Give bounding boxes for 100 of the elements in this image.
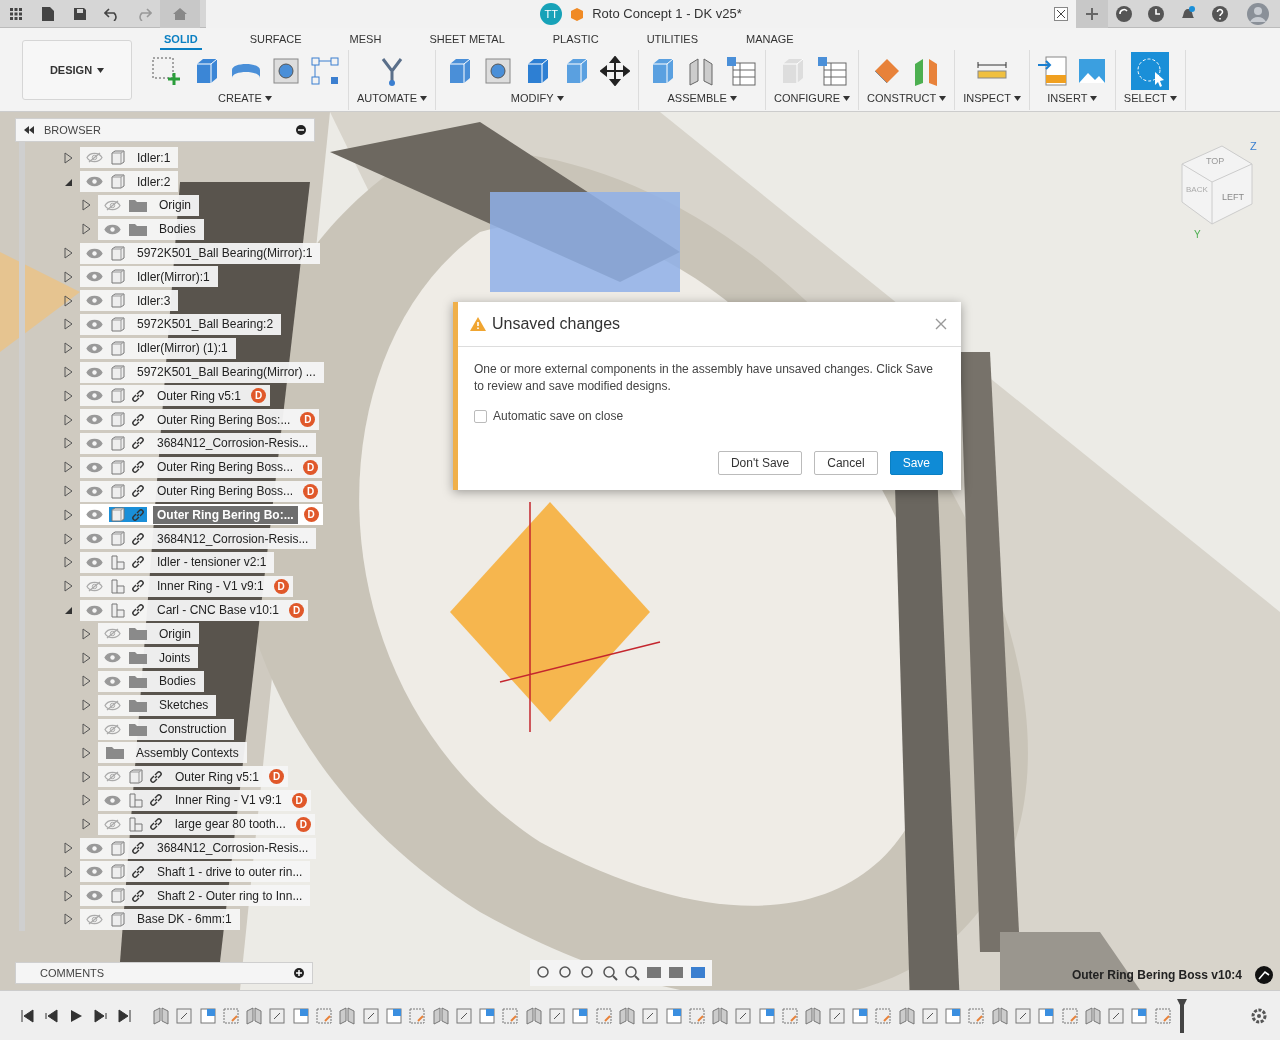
eye-icon[interactable] — [86, 176, 103, 188]
tree-item[interactable]: 3684N12_Corrosion-Resis... — [80, 432, 317, 454]
timeline-feature-icon[interactable] — [827, 1006, 846, 1025]
timeline-feature-icon[interactable] — [594, 1006, 613, 1025]
timeline-feature-icon[interactable] — [454, 1006, 473, 1025]
ribbon-tab[interactable]: SHEET METAL — [425, 33, 509, 50]
timeline-feature-icon[interactable] — [1060, 1006, 1079, 1025]
timeline-feature-icon[interactable] — [781, 1006, 799, 1025]
timeline-feature-icon[interactable] — [897, 1006, 916, 1025]
dialog-button[interactable]: Cancel — [814, 451, 878, 475]
tree-item[interactable]: 3684N12_Corrosion-Resis... — [80, 837, 317, 859]
timeline-feature-icon[interactable] — [384, 1006, 403, 1025]
close-icon[interactable] — [1054, 6, 1068, 21]
tree-item[interactable]: Sketches — [98, 694, 217, 716]
tree-item[interactable]: Idler:2 — [80, 171, 179, 193]
timeline-feature-icon[interactable] — [664, 1006, 683, 1025]
eye-slash-icon[interactable] — [86, 152, 103, 164]
timeline-feature-icon[interactable] — [431, 1006, 450, 1025]
timeline-feature-icon[interactable] — [641, 1006, 660, 1025]
eye-slash-icon[interactable] — [86, 580, 103, 592]
checkbox[interactable] — [474, 409, 487, 423]
tree-item[interactable]: Outer Ring Bering Boss... D — [80, 456, 323, 478]
timeline-feature-icon[interactable] — [874, 1006, 893, 1025]
tree-item[interactable]: Outer Ring Bering Bos:... D — [80, 409, 320, 431]
tree-item[interactable]: Idler - tensioner v2:1 — [80, 551, 275, 573]
minimize-icon[interactable] — [296, 125, 306, 135]
tree-item[interactable]: Joints — [98, 647, 199, 669]
hole-icon[interactable] — [483, 56, 514, 86]
tree-item[interactable]: large gear 80 tooth... D — [98, 813, 315, 835]
tool-group-menu[interactable]: AUTOMATE — [357, 92, 428, 104]
timeline-feature-icon[interactable] — [944, 1006, 963, 1025]
move-icon[interactable] — [600, 56, 631, 86]
eye-icon[interactable] — [86, 247, 103, 259]
tree-item[interactable]: Shaft 2 - Outer ring to Inn... — [80, 885, 311, 907]
table-icon[interactable] — [725, 55, 758, 87]
hole-icon[interactable] — [271, 56, 301, 86]
timeline-feature-icon[interactable] — [757, 1006, 776, 1025]
tree-item[interactable]: Outer Ring Bering Boss... D — [80, 480, 323, 502]
ribbon-tab[interactable]: MESH — [345, 33, 386, 50]
add-comment-icon[interactable] — [294, 968, 304, 978]
tree-item[interactable]: Origin — [98, 623, 199, 645]
tool-group-menu[interactable]: INSPECT — [963, 92, 1021, 104]
zoom-icon[interactable] — [602, 965, 618, 981]
eye-slash-icon[interactable] — [86, 913, 103, 925]
pattern-icon[interactable] — [310, 56, 340, 86]
timeline-feature-icon[interactable] — [315, 1006, 334, 1025]
tool-group-menu[interactable]: CONSTRUCT — [867, 92, 947, 104]
eye-slash-icon[interactable] — [104, 818, 121, 830]
timeline-feature-icon[interactable] — [734, 1006, 753, 1025]
ribbon-tab[interactable]: MANAGE — [741, 33, 798, 50]
timeline-feature-icon[interactable] — [152, 1006, 170, 1025]
tree-item[interactable]: Outer Ring Bering Bo:... D — [80, 504, 323, 526]
timeline-feature-icon[interactable] — [501, 1006, 520, 1025]
ribbon-tab[interactable]: SOLID — [160, 33, 202, 50]
tool-group-menu[interactable]: MODIFY — [510, 92, 564, 104]
timeline-feature-icon[interactable] — [571, 1006, 590, 1025]
tree-item[interactable]: Bodies — [98, 670, 204, 692]
eye-icon[interactable] — [86, 533, 103, 545]
tool-group-menu[interactable]: SELECT — [1123, 92, 1177, 104]
tree-item[interactable]: 3684N12_Corrosion-Resis... — [80, 528, 317, 550]
timeline-feature-icon[interactable] — [291, 1006, 310, 1025]
timeline-feature-icon[interactable] — [175, 1006, 194, 1025]
workspace-menu-button[interactable]: DESIGN — [22, 40, 132, 100]
timeline-feature-icon[interactable] — [1083, 1006, 1102, 1025]
eye-icon[interactable] — [86, 342, 103, 354]
timeline-feature-icon[interactable] — [524, 1006, 543, 1025]
tree-item[interactable]: Idler(Mirror) (1):1 — [80, 337, 236, 359]
timeline-marker-icon[interactable] — [1177, 998, 1188, 1033]
timeline-feature-icon[interactable] — [361, 1006, 380, 1025]
eye-icon[interactable] — [86, 485, 103, 497]
tree-item[interactable]: Inner Ring - V1 v9:1 D — [98, 789, 311, 811]
tree-item[interactable]: Assembly Contexts — [98, 742, 247, 764]
eye-slash-icon[interactable] — [104, 200, 121, 211]
tree-item[interactable]: Idler:1 — [80, 147, 179, 169]
select-icon[interactable] — [1131, 52, 1170, 90]
collapse-panel-icon[interactable] — [24, 126, 34, 134]
timeline-feature-icon[interactable] — [1107, 1006, 1126, 1025]
eye-slash-icon[interactable] — [104, 628, 121, 640]
eye-icon[interactable] — [86, 295, 103, 307]
tree-item[interactable]: Bodies — [98, 218, 204, 240]
timeline-feature-icon[interactable] — [338, 1006, 357, 1025]
tree-item[interactable]: Origin — [98, 195, 199, 216]
timeline-feature-icon[interactable] — [478, 1006, 497, 1025]
eye-icon[interactable] — [86, 414, 103, 426]
eye-icon[interactable] — [86, 509, 103, 521]
tool-group-menu[interactable]: CREATE — [218, 92, 272, 104]
timeline-feature-icon[interactable] — [408, 1006, 427, 1025]
table-icon[interactable] — [815, 55, 848, 87]
timeline-feature-icon[interactable] — [711, 1006, 730, 1025]
timeline-feature-icon[interactable] — [1037, 1006, 1056, 1025]
eye-icon[interactable] — [104, 652, 121, 664]
eye-icon[interactable] — [86, 890, 103, 902]
timeline-feature-icon[interactable] — [548, 1006, 567, 1025]
tool-group-menu[interactable]: ASSEMBLE — [667, 92, 737, 104]
eye-slash-icon[interactable] — [104, 723, 121, 735]
timeline-feature-icon[interactable] — [617, 1006, 636, 1025]
eye-icon[interactable] — [86, 366, 103, 378]
image-icon[interactable] — [1076, 56, 1107, 86]
tree-item[interactable]: 5972K501_Ball Bearing(Mirror) ... — [80, 361, 324, 383]
timeline-feature-icon[interactable] — [245, 1006, 264, 1025]
